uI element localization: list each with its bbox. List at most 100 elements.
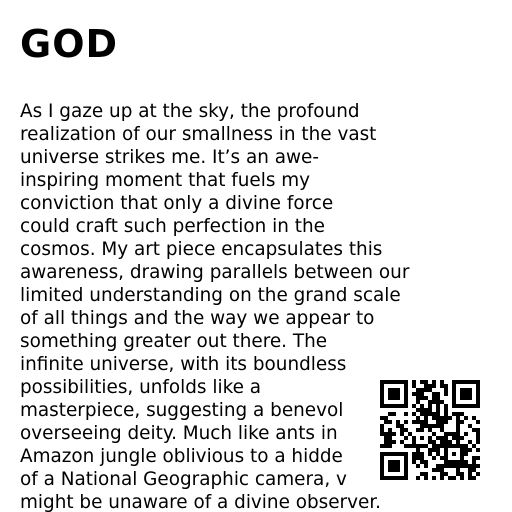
qr-module: [440, 384, 444, 388]
qr-module: [428, 448, 432, 452]
qr-module: [424, 412, 428, 416]
qr-module: [460, 380, 464, 384]
qr-module: [452, 460, 456, 464]
qr-module: [440, 400, 444, 404]
body-line: realization of our smallness in the vast: [20, 124, 377, 145]
qr-module: [444, 460, 448, 464]
qr-module: [416, 408, 420, 412]
qr-module: [412, 392, 416, 396]
qr-module: [468, 388, 472, 392]
qr-module: [432, 412, 436, 416]
qr-module: [396, 404, 400, 408]
qr-module: [412, 420, 416, 424]
qr-module: [452, 464, 456, 468]
qr-module: [444, 412, 448, 416]
qr-module: [448, 460, 452, 464]
qr-module: [428, 412, 432, 416]
qr-module: [476, 464, 480, 468]
qr-module: [392, 396, 396, 400]
qr-module: [420, 456, 424, 460]
qr-module: [396, 380, 400, 384]
qr-module: [444, 464, 448, 468]
qr-module: [380, 460, 384, 464]
qr-module: [448, 444, 452, 448]
qr-module: [388, 460, 392, 464]
qr-module: [456, 432, 460, 436]
qr-module: [396, 460, 400, 464]
qr-module: [456, 436, 460, 440]
qr-module: [464, 416, 468, 420]
qr-module: [388, 476, 392, 480]
body-line: As I gaze up at the sky, the profound: [20, 101, 360, 122]
qr-module: [404, 396, 408, 400]
qr-module: [420, 404, 424, 408]
qr-module: [452, 404, 456, 408]
qr-module: [388, 388, 392, 392]
document-title: GOD: [20, 22, 119, 66]
qr-module: [444, 392, 448, 396]
qr-module: [380, 424, 384, 428]
qr-module: [460, 412, 464, 416]
qr-module: [424, 420, 428, 424]
qr-module: [396, 468, 400, 472]
qr-module: [388, 392, 392, 396]
qr-module: [436, 436, 440, 440]
qr-module: [416, 476, 420, 480]
qr-module: [444, 404, 448, 408]
qr-module: [424, 472, 428, 476]
qr-module: [420, 472, 424, 476]
qr-module: [388, 444, 392, 448]
qr-module: [428, 428, 432, 432]
qr-module: [468, 440, 472, 444]
qr-module: [464, 452, 468, 456]
qr-module: [420, 388, 424, 392]
qr-module: [384, 380, 388, 384]
qr-module: [432, 396, 436, 400]
qr-module: [380, 396, 384, 400]
qr-module: [472, 416, 476, 420]
qr-module: [428, 440, 432, 444]
qr-module: [420, 452, 424, 456]
qr-module: [428, 400, 432, 404]
qr-module: [388, 436, 392, 440]
qr-module: [416, 392, 420, 396]
qr-module: [436, 416, 440, 420]
qr-module: [380, 380, 384, 384]
qr-module: [440, 464, 444, 468]
qr-module: [424, 464, 428, 468]
qr-code[interactable]: [374, 374, 486, 486]
qr-module: [404, 464, 408, 468]
qr-module: [388, 380, 392, 384]
qr-module: [476, 380, 480, 384]
qr-module: [404, 468, 408, 472]
qr-module: [472, 456, 476, 460]
qr-module: [400, 476, 404, 480]
qr-module: [404, 388, 408, 392]
qr-module: [476, 396, 480, 400]
qr-module: [476, 388, 480, 392]
qr-module: [472, 380, 476, 384]
document-page: GOD As I gaze up at the sky, the profoun…: [0, 0, 512, 512]
qr-module: [380, 476, 384, 480]
qr-module: [444, 420, 448, 424]
qr-module: [476, 420, 480, 424]
body-line: might be unaware of a divine observer.: [20, 492, 382, 512]
qr-module: [452, 388, 456, 392]
qr-module: [416, 388, 420, 392]
qr-module: [476, 392, 480, 396]
qr-module: [444, 388, 448, 392]
qr-module: [452, 444, 456, 448]
qr-module: [452, 396, 456, 400]
qr-module: [468, 380, 472, 384]
qr-module: [436, 424, 440, 428]
qr-module: [432, 432, 436, 436]
qr-module: [380, 416, 384, 420]
qr-module: [428, 404, 432, 408]
qr-module: [436, 444, 440, 448]
qr-module: [424, 460, 428, 464]
qr-module: [392, 476, 396, 480]
qr-module: [468, 396, 472, 400]
qr-module: [452, 400, 456, 404]
qr-module: [464, 380, 468, 384]
qr-module: [384, 444, 388, 448]
